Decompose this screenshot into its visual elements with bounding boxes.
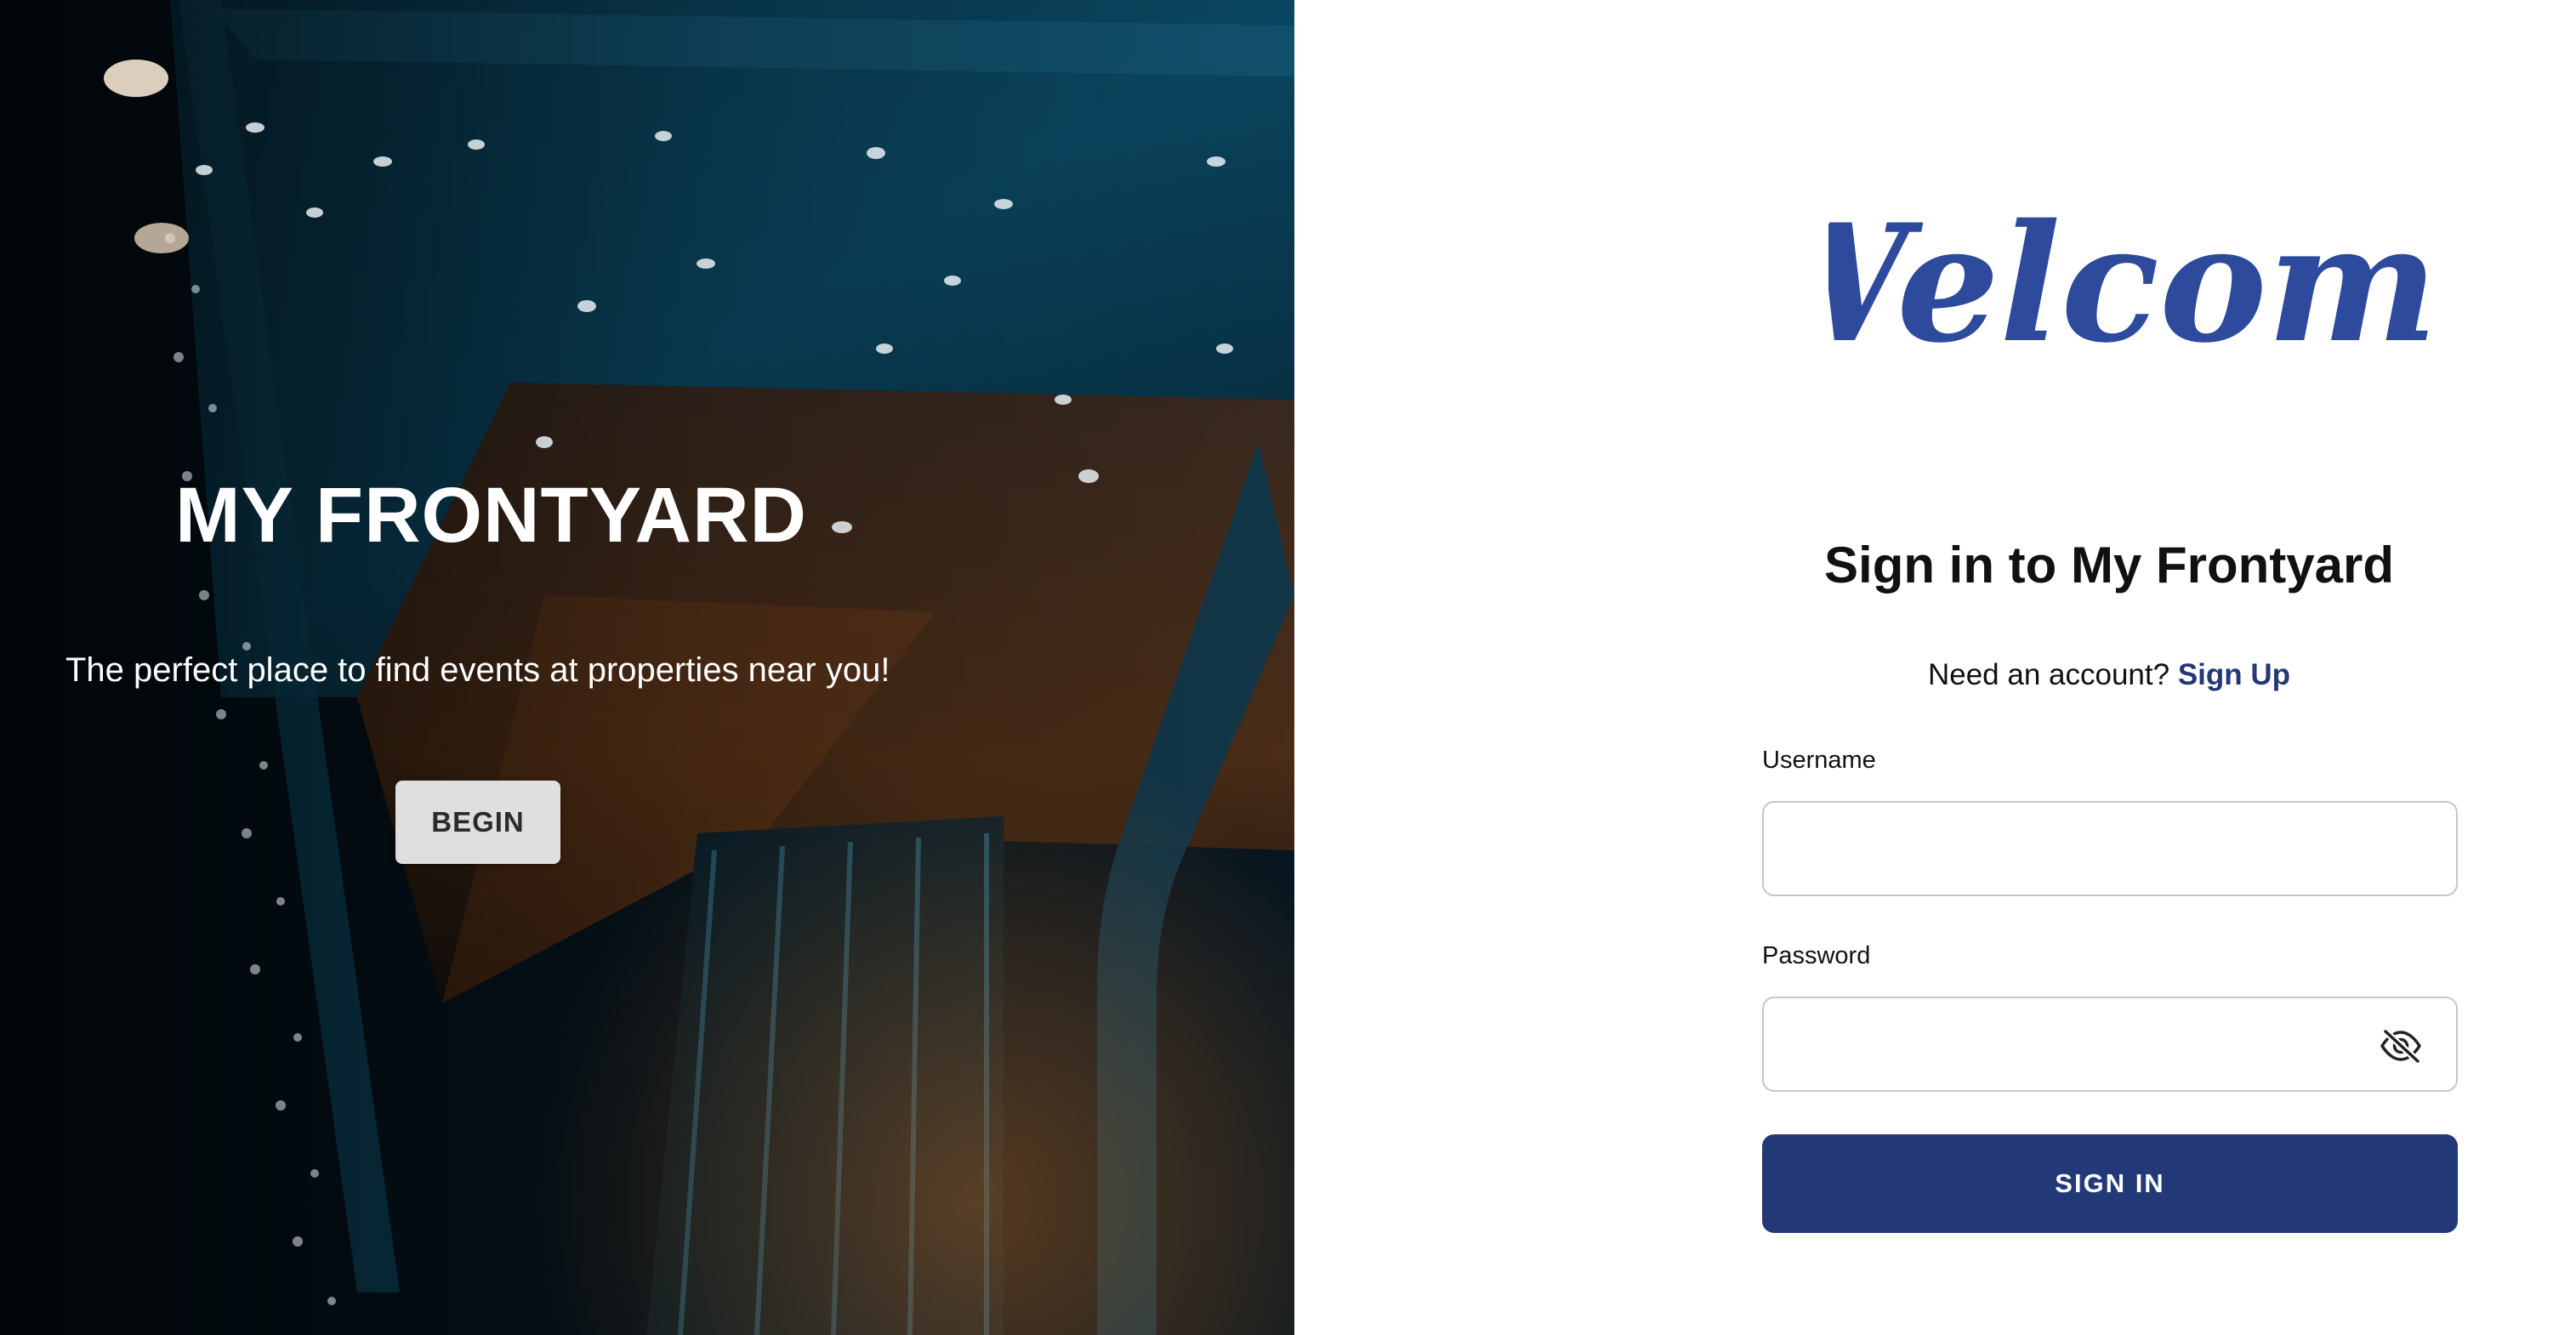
- begin-button[interactable]: BEGIN: [395, 781, 560, 864]
- welcome-logo: Welcome: [1828, 196, 2441, 374]
- password-visibility-toggle[interactable]: [2374, 1025, 2427, 1066]
- eye-slash-icon: [2380, 1028, 2421, 1064]
- account-prompt-line: Need an account? Sign Up: [1760, 658, 2458, 692]
- account-prompt-text: Need an account?: [1927, 658, 2170, 691]
- hero-tagline: The perfect place to find events at prop…: [65, 651, 890, 689]
- password-label: Password: [1762, 942, 1871, 969]
- sign-in-page: MY FRONTYARD The perfect place to find e…: [0, 0, 2576, 1335]
- hero-title: MY FRONTYARD: [175, 472, 807, 559]
- welcome-logo-text: Welcome: [1828, 196, 2441, 374]
- sign-in-button[interactable]: SIGN IN: [1762, 1134, 2458, 1233]
- username-label: Username: [1762, 747, 1876, 774]
- hero-panel: MY FRONTYARD The perfect place to find e…: [0, 0, 1294, 1335]
- password-input[interactable]: [1762, 997, 2458, 1092]
- signin-heading: Sign in to My Frontyard: [1824, 537, 2394, 594]
- username-input[interactable]: [1762, 801, 2458, 896]
- signup-link[interactable]: Sign Up: [2178, 658, 2290, 691]
